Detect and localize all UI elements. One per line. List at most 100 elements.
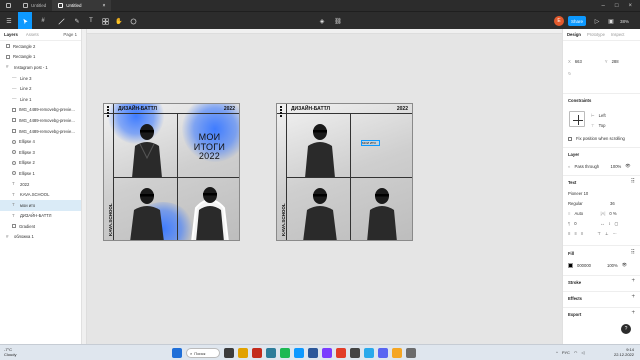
layer-item[interactable]: — Line 3 (0, 73, 81, 84)
layer-item[interactable]: Rectangle 1 (0, 52, 81, 63)
browser-icon[interactable] (336, 348, 346, 358)
constraints-widget[interactable] (569, 111, 585, 127)
shape-tool-icon[interactable] (54, 12, 68, 30)
layer-item[interactable]: # обложка 1 (0, 232, 81, 243)
tab-assets[interactable]: Assets (26, 32, 39, 37)
text-options-icon[interactable]: ⋯ (613, 231, 617, 236)
close-window-icon[interactable]: × (628, 3, 632, 9)
layer-item[interactable]: IMG_4489-removebg-previe... (0, 126, 81, 137)
letter-spacing-field[interactable]: 0 % (609, 211, 616, 216)
constraint-vertical-select[interactable]: Top (599, 123, 606, 128)
fix-position-checkbox[interactable] (568, 136, 572, 141)
tray-chevron-icon[interactable]: ^ (556, 350, 558, 355)
wifi-icon[interactable]: ◠ (574, 350, 578, 355)
taskbar-search[interactable]: ⌕ Поиск (186, 348, 220, 358)
task-view-icon[interactable] (224, 348, 234, 358)
y-field[interactable]: 288 (612, 59, 619, 64)
add-effect-icon[interactable]: + (631, 294, 635, 300)
figma-menu-tab[interactable] (0, 0, 17, 11)
fill-hex-field[interactable]: 000000 (577, 263, 603, 268)
text-styles-icon[interactable]: ⠿ (631, 178, 635, 185)
line-height-field[interactable]: Auto (574, 211, 596, 216)
volume-icon[interactable]: ◁ (581, 350, 584, 355)
spotify-icon[interactable] (280, 348, 290, 358)
layer-item[interactable]: Rectangle 2 (0, 41, 81, 52)
auto-height-icon[interactable]: ↕ (608, 221, 610, 226)
comment-tool-icon[interactable] (126, 12, 140, 30)
fill-visibility-icon[interactable]: 👁 (622, 262, 627, 268)
font-weight-select[interactable]: Regular (568, 201, 606, 206)
component-icon[interactable]: ◈ (315, 12, 329, 30)
layer-item[interactable]: IMG_4489-removebg-previe... (0, 105, 81, 116)
help-icon[interactable]: ? (621, 324, 631, 334)
font-size-field[interactable]: 36 (610, 201, 615, 206)
share-button[interactable]: Share (568, 16, 586, 26)
selected-text-box[interactable]: МОИ ИТО (361, 140, 380, 146)
visibility-icon[interactable]: 👁 (625, 163, 630, 169)
auto-width-icon[interactable]: ↔ (600, 221, 604, 226)
add-stroke-icon[interactable]: + (631, 278, 635, 284)
figma-taskbar-icon[interactable] (350, 348, 360, 358)
x-field[interactable]: 663 (575, 59, 601, 64)
align-right-icon[interactable]: ≡ (581, 231, 583, 236)
hand-tool-icon[interactable]: ✋ (112, 12, 126, 30)
zoom-level[interactable]: 38% (620, 12, 629, 30)
word-icon[interactable] (308, 348, 318, 358)
layer-opacity-field[interactable]: 100% (611, 164, 622, 169)
fixed-size-icon[interactable]: ▢ (615, 221, 619, 226)
align-top-icon[interactable]: ⊤ (597, 231, 601, 236)
layer-item[interactable]: Ellipse 1 (0, 168, 81, 179)
file-tab-2[interactable]: Untitled × (52, 0, 112, 11)
blend-mode-select[interactable]: Pass through (575, 164, 607, 169)
app-icon[interactable] (322, 348, 332, 358)
telegram-icon[interactable] (364, 348, 374, 358)
clock[interactable]: 9:14 22.12.2022 (614, 347, 634, 357)
layer-item[interactable]: T KAVA.SCHOOL (0, 189, 81, 200)
file-explorer-icon[interactable] (238, 348, 248, 358)
app-icon[interactable] (378, 348, 388, 358)
app-icon[interactable] (406, 348, 416, 358)
layer-item[interactable]: Ellipse 3 (0, 147, 81, 158)
minimize-icon[interactable]: – (602, 3, 605, 9)
layer-item[interactable]: Ellipse 2 (0, 158, 81, 169)
cover-frame[interactable]: ДИЗАЙН-БАТТЛ 2022 KAVA.SCHOOL МОИ ИТО (276, 103, 413, 241)
maximize-icon[interactable]: □ (615, 3, 619, 9)
app-icon[interactable] (294, 348, 304, 358)
fill-opacity-field[interactable]: 100% (607, 263, 618, 268)
align-left-icon[interactable]: ≡ (568, 231, 570, 236)
layer-item[interactable]: T ДИЗАЙН-БАТТЛ (0, 211, 81, 222)
layer-item-selected[interactable]: Tмои ито (0, 199, 81, 211)
adobe-app-icon[interactable] (252, 348, 262, 358)
main-menu-icon[interactable]: ☰ (2, 12, 16, 30)
layer-item[interactable]: IMG_4489-removebg-previe... (0, 115, 81, 126)
instagram-post-frame[interactable]: ДИЗАЙН-БАТТЛ 2022 KAVA.SCHOOL МОИ ИТОГИ … (103, 103, 240, 241)
weather-widget[interactable]: -7°C Cloudy (4, 347, 16, 357)
user-avatar[interactable]: E (554, 16, 564, 26)
tab-inspect[interactable]: Inspect (611, 32, 625, 37)
frame-tool-icon[interactable]: # (36, 12, 50, 30)
tab-design[interactable]: Design (567, 32, 581, 37)
tab-prototype[interactable]: Prototype (587, 32, 605, 37)
page-selector[interactable]: Page 1 (63, 32, 77, 37)
rotation-icon[interactable]: ↻ (568, 71, 572, 76)
pen-tool-icon[interactable]: ✎ (70, 12, 84, 30)
align-center-icon[interactable]: ≡ (574, 231, 576, 236)
fill-options-icon[interactable]: ⠿ (631, 249, 635, 256)
fill-color-swatch[interactable] (568, 262, 573, 268)
close-tab-icon[interactable]: × (103, 3, 106, 9)
font-family-select[interactable]: Pioneer 10 (568, 191, 588, 196)
app-icon[interactable] (266, 348, 276, 358)
present-icon[interactable]: ▷ (590, 12, 604, 30)
tab-layers[interactable]: Layers (4, 32, 18, 37)
text-tool-icon[interactable]: T (84, 12, 98, 30)
layer-item[interactable]: — Line 2 (0, 83, 81, 94)
constraint-horizontal-select[interactable]: Left (599, 113, 606, 118)
file-tab-1[interactable]: Untitled (17, 0, 52, 11)
library-icon[interactable]: ▣ (604, 12, 618, 30)
app-icon[interactable] (392, 348, 402, 358)
layer-item[interactable]: Gradient (0, 221, 81, 232)
resources-tool-icon[interactable] (98, 12, 112, 30)
design-canvas[interactable]: ДИЗАЙН-БАТТЛ 2022 KAVA.SCHOOL МОИ ИТОГИ … (82, 29, 562, 344)
link-icon[interactable]: ⛓ (331, 12, 345, 30)
align-middle-icon[interactable]: ⊥ (605, 231, 609, 236)
